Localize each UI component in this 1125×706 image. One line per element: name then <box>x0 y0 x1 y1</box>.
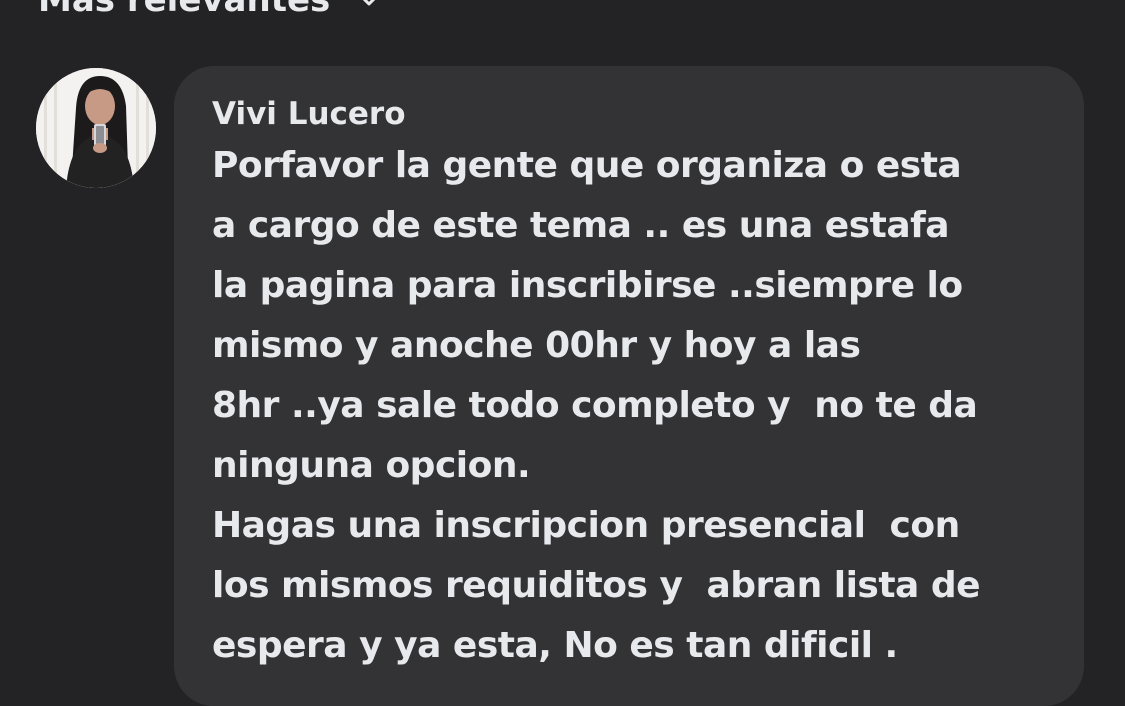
comment-line: la pagina para inscribirse ..siempre lo <box>212 265 963 306</box>
comment-line: 8hr ..ya sale todo completo y no te da <box>212 385 978 426</box>
comment-sort-dropdown[interactable]: Más relevantes <box>38 0 382 24</box>
comment-line: Hagas una inscripcion presencial con <box>212 505 960 546</box>
comment-author[interactable]: Vivi Lucero <box>212 92 1054 136</box>
comment-line: ninguna opcion. <box>212 445 531 486</box>
comment-line: espera y ya esta, No es tan dificil . <box>212 625 898 666</box>
comment-line: los mismos requiditos y abran lista de <box>212 565 981 606</box>
comment-bubble: Vivi Lucero Porfavor la gente que organi… <box>174 66 1084 706</box>
comment-line: a cargo de este tema .. es una estafa <box>212 205 950 246</box>
comment-text: Porfavor la gente que organiza o esta a … <box>212 136 1054 676</box>
comment-line: mismo y anoche 00hr y hoy a las <box>212 325 861 366</box>
chevron-down-icon <box>356 0 382 13</box>
comment-line: Porfavor la gente que organiza o esta <box>212 145 962 186</box>
sort-label: Más relevantes <box>38 0 331 20</box>
avatar[interactable] <box>36 68 156 188</box>
